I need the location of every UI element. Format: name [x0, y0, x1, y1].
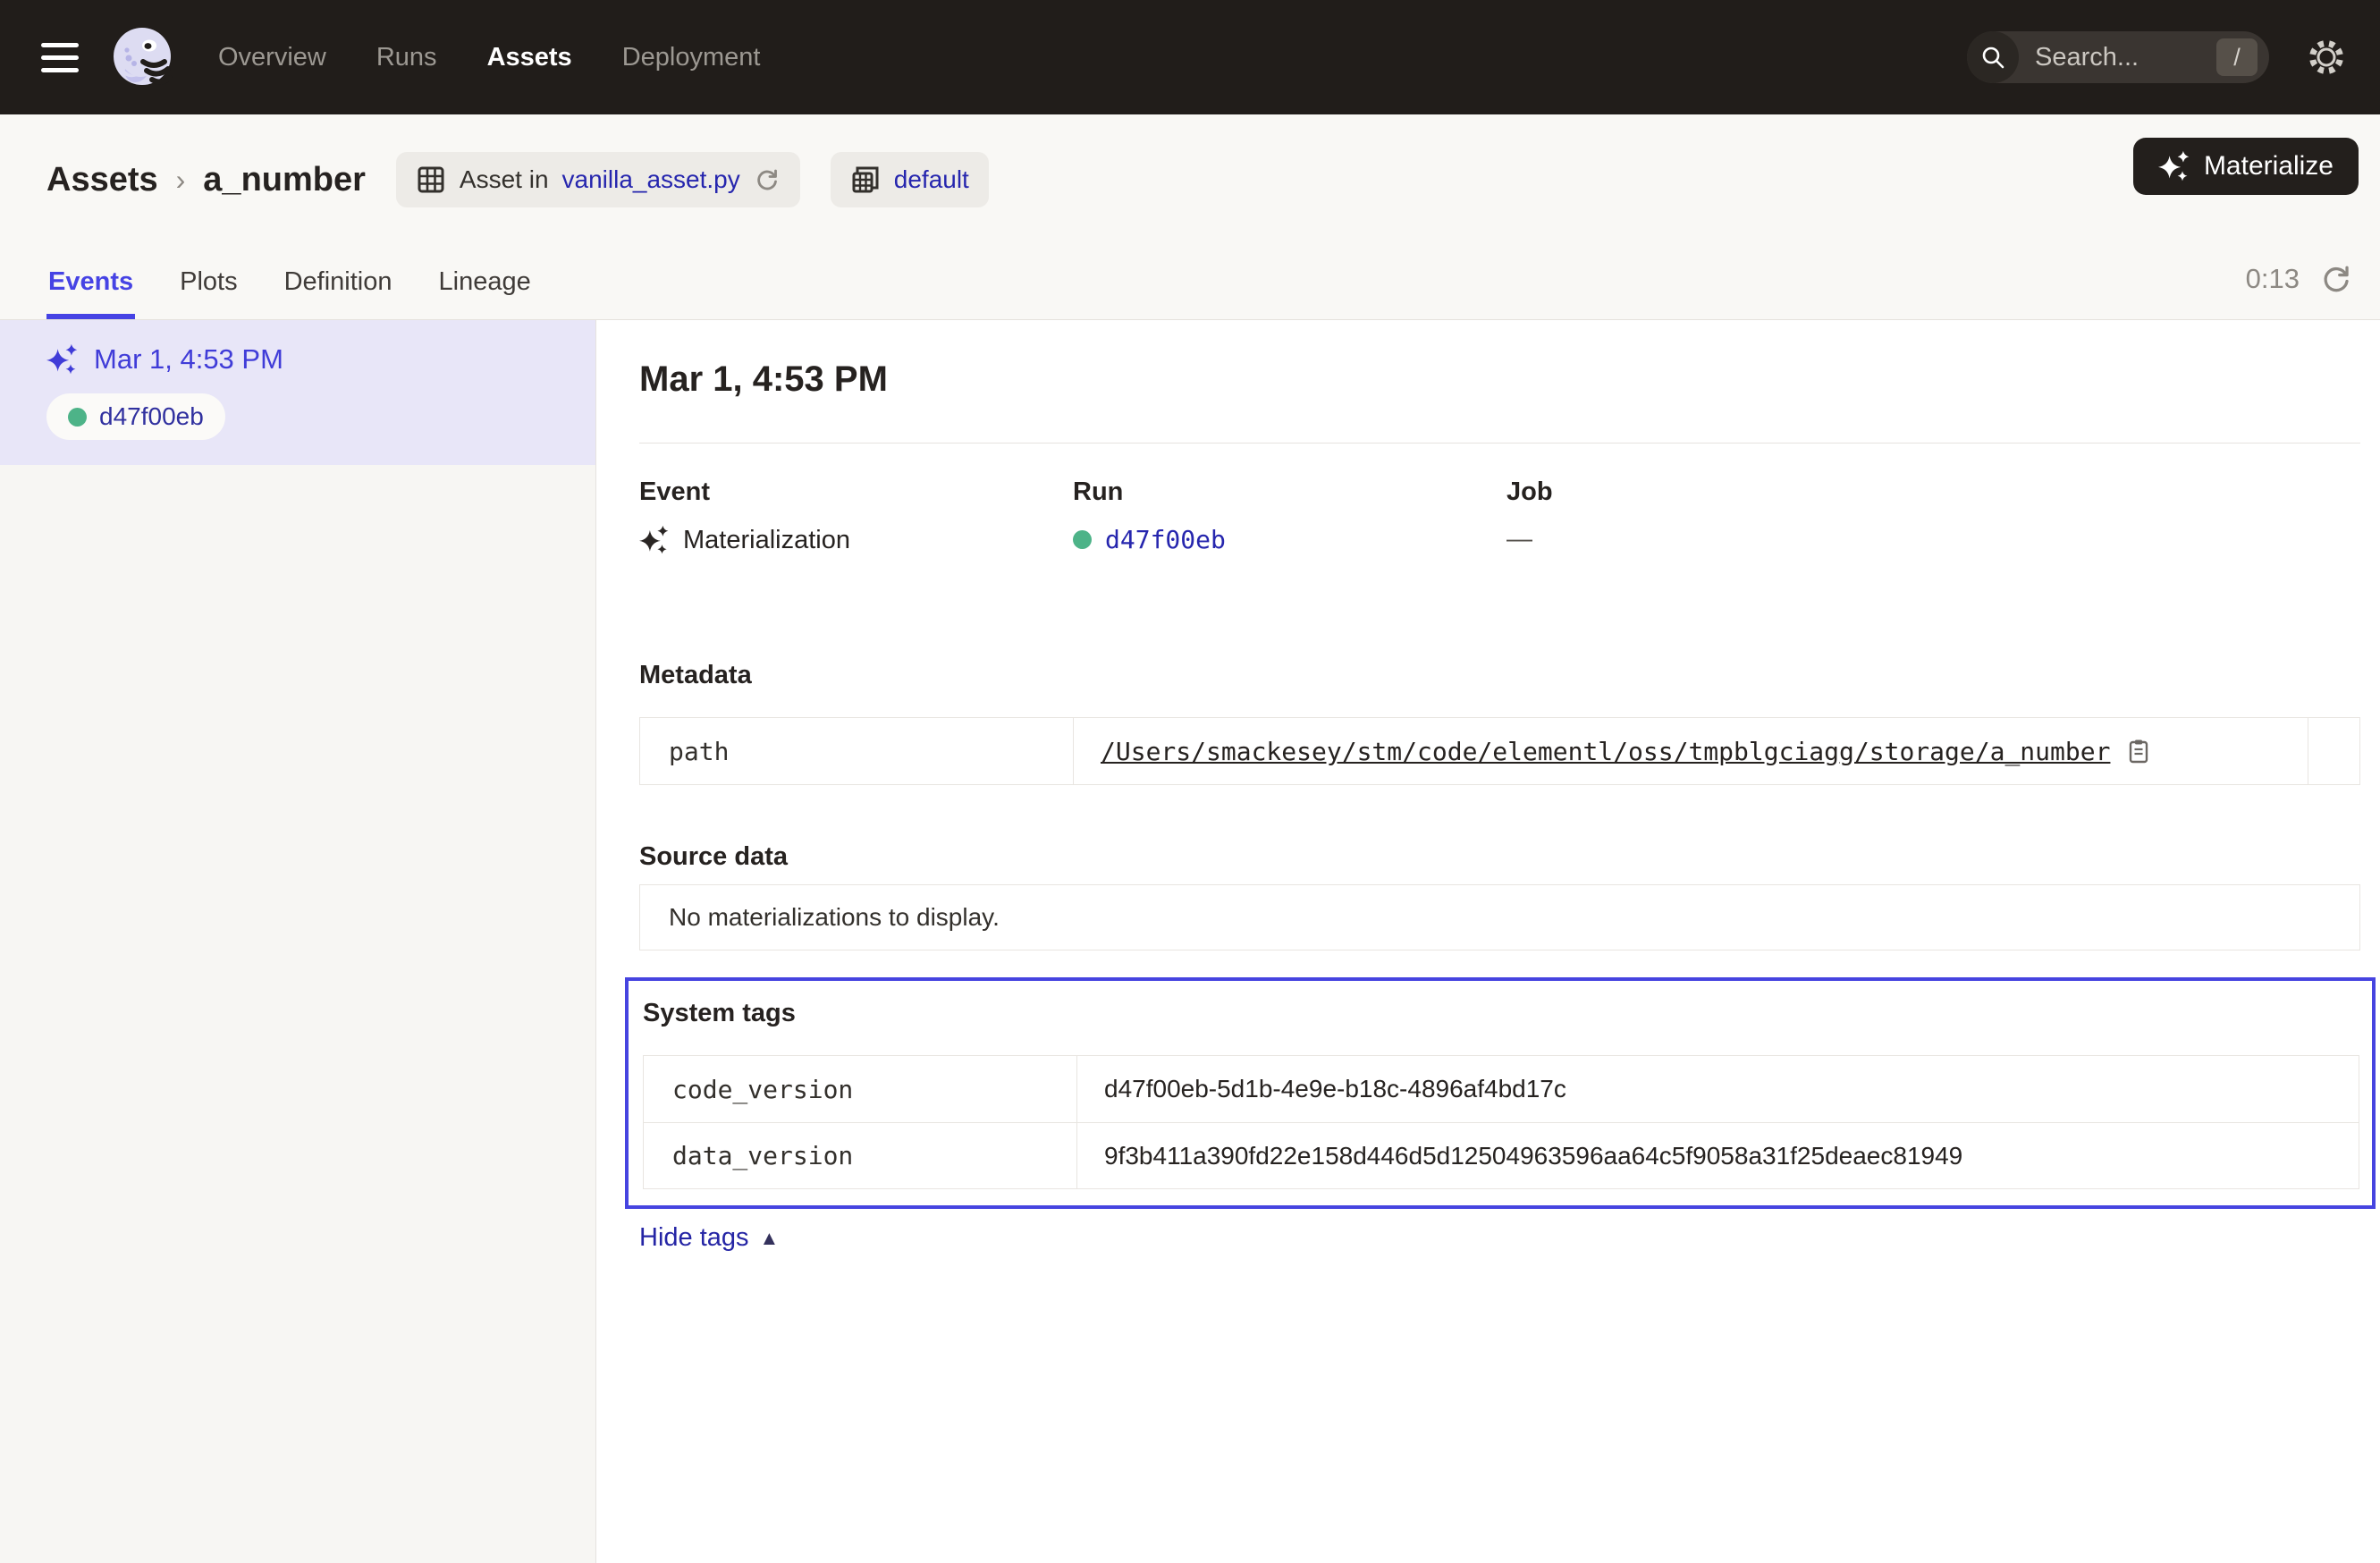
- materialization-sparkle-icon: [46, 343, 79, 376]
- search-icon: [1967, 31, 2019, 83]
- run-status-dot: [1073, 530, 1092, 549]
- system-tags-table: code_version d47f00eb-5d1b-4e9e-b18c-489…: [643, 1055, 2359, 1189]
- sparkle-icon: [2158, 150, 2190, 182]
- run-column-label: Run: [1073, 477, 1506, 507]
- asset-definition-badge: Asset in vanilla_asset.py: [396, 152, 800, 207]
- event-column-label: Event: [639, 477, 1073, 507]
- metadata-table: path /Users/smackesey/stm/code/elementl/…: [639, 717, 2360, 785]
- tab-lineage[interactable]: Lineage: [437, 267, 533, 319]
- events-sidebar: Mar 1, 4:53 PM d47f00eb: [0, 320, 596, 1563]
- dagster-logo-icon[interactable]: [107, 22, 177, 92]
- nav-item-runs[interactable]: Runs: [376, 43, 437, 72]
- metadata-action-cell: [2308, 718, 2359, 784]
- metadata-heading: Metadata: [639, 661, 2360, 690]
- repo-grid-icon: [850, 165, 881, 195]
- divider: [639, 443, 2360, 444]
- materialize-label: Materialize: [2204, 151, 2334, 182]
- primary-nav: Overview Runs Assets Deployment: [218, 43, 760, 72]
- breadcrumb: Assets › a_number Asset in vanilla_asset…: [0, 114, 2380, 207]
- tab-plots[interactable]: Plots: [178, 267, 239, 319]
- system-tags-highlight: System tags code_version d47f00eb-5d1b-4…: [625, 977, 2376, 1209]
- event-detail-panel: Mar 1, 4:53 PM Event Materialization Run: [596, 320, 2380, 1563]
- nav-item-assets[interactable]: Assets: [487, 43, 572, 72]
- refresh-icon[interactable]: [2319, 262, 2353, 296]
- job-empty-value: —: [1506, 525, 2360, 554]
- system-tag-value: d47f00eb-5d1b-4e9e-b18c-4896af4bd17c: [1077, 1056, 2359, 1122]
- materialization-sparkle-icon: [639, 525, 670, 555]
- source-data-empty-message: No materializations to display.: [669, 903, 1000, 932]
- asset-header: Assets › a_number Asset in vanilla_asset…: [0, 114, 2380, 320]
- hide-tags-label: Hide tags: [639, 1223, 749, 1253]
- chevron-up-icon: ▲: [760, 1227, 780, 1250]
- refresh-countdown: 0:13: [2246, 263, 2300, 295]
- repo-default-link[interactable]: default: [894, 165, 969, 194]
- system-tag-key: code_version: [644, 1056, 1077, 1122]
- search-input[interactable]: [2033, 42, 2216, 73]
- settings-gear-icon[interactable]: [2307, 38, 2346, 77]
- materialize-button[interactable]: Materialize: [2133, 138, 2359, 195]
- search-shortcut-key: /: [2216, 38, 2258, 76]
- run-id-label: d47f00eb: [99, 402, 204, 431]
- menu-icon[interactable]: [41, 43, 79, 72]
- refresh-timer: 0:13: [2246, 262, 2353, 296]
- asset-badge-prefix: Asset in: [460, 165, 549, 194]
- repository-badge: default: [831, 152, 989, 207]
- tab-definition[interactable]: Definition: [283, 267, 394, 319]
- event-type-value: Materialization: [683, 526, 850, 555]
- hide-tags-link[interactable]: Hide tags ▲: [639, 1223, 779, 1253]
- event-list-item-selected[interactable]: Mar 1, 4:53 PM d47f00eb: [0, 320, 595, 465]
- system-tag-value: 9f3b411a390fd22e158d446d5d12504963596aa6…: [1077, 1123, 2359, 1188]
- run-id-link[interactable]: d47f00eb: [1105, 525, 1226, 554]
- nav-item-deployment[interactable]: Deployment: [622, 43, 761, 72]
- job-column-label: Job: [1506, 477, 2360, 507]
- run-id-pill[interactable]: d47f00eb: [46, 393, 225, 440]
- system-tag-key: data_version: [644, 1123, 1077, 1188]
- top-nav: Overview Runs Assets Deployment /: [0, 0, 2380, 114]
- table-row: code_version d47f00eb-5d1b-4e9e-b18c-489…: [644, 1056, 2359, 1122]
- metadata-key: path: [640, 718, 1074, 784]
- reload-code-location-icon[interactable]: [754, 166, 781, 193]
- asset-tabs: Events Plots Definition Lineage: [46, 267, 533, 319]
- event-detail-title: Mar 1, 4:53 PM: [639, 359, 2360, 400]
- search-box[interactable]: /: [1967, 31, 2269, 83]
- metadata-path-link[interactable]: /Users/smackesey/stm/code/elementl/oss/t…: [1101, 737, 2110, 766]
- copy-icon[interactable]: [2126, 738, 2151, 765]
- table-row: path /Users/smackesey/stm/code/elementl/…: [640, 718, 2359, 784]
- asset-file-link[interactable]: vanilla_asset.py: [562, 165, 740, 194]
- breadcrumb-assets[interactable]: Assets: [46, 161, 158, 199]
- source-data-heading: Source data: [639, 842, 2360, 872]
- source-data-empty-box: No materializations to display.: [639, 884, 2360, 950]
- tab-events[interactable]: Events: [46, 267, 135, 319]
- page-title: a_number: [203, 161, 366, 199]
- system-tags-heading: System tags: [643, 999, 2361, 1028]
- event-timestamp-link[interactable]: Mar 1, 4:53 PM: [94, 343, 283, 376]
- run-status-dot: [68, 408, 87, 427]
- asset-grid-icon: [416, 165, 446, 195]
- table-row: data_version 9f3b411a390fd22e158d446d5d1…: [644, 1122, 2359, 1188]
- nav-item-overview[interactable]: Overview: [218, 43, 326, 72]
- breadcrumb-separator-icon: ›: [176, 164, 186, 197]
